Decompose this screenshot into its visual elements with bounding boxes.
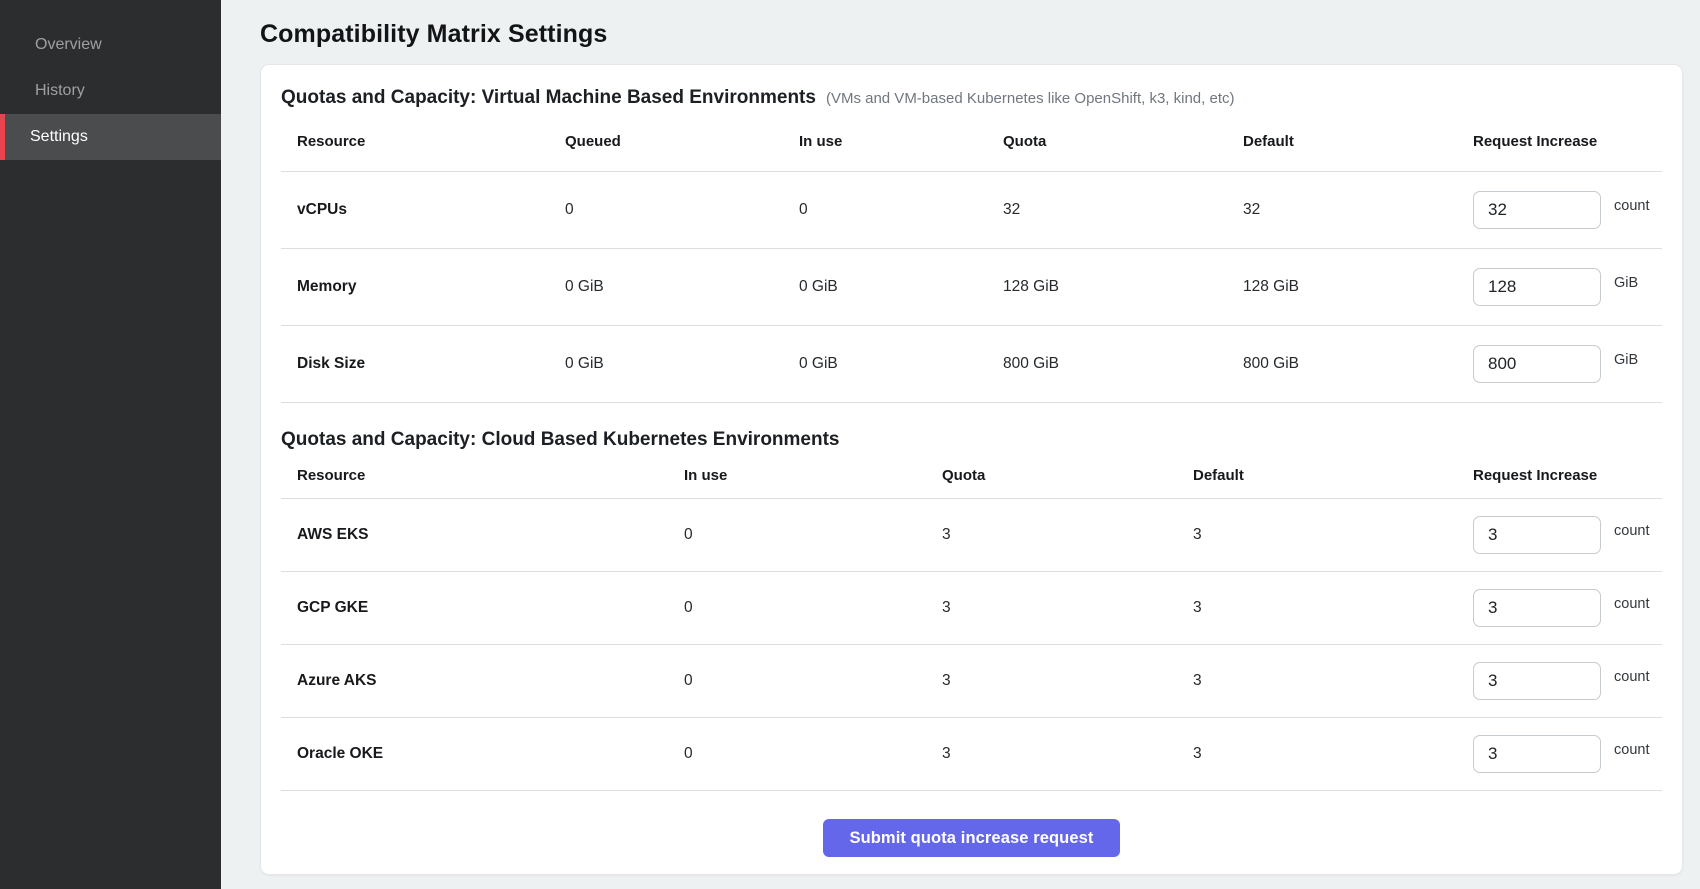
sidebar-nav-list: Overview History Settings — [0, 0, 221, 160]
cell-in-use: 0 — [799, 201, 1003, 219]
cell-default: 32 — [1243, 201, 1473, 219]
cell-in-use: 0 — [684, 745, 942, 763]
cell-in-use: 0 GiB — [799, 355, 1003, 373]
col-header-quota: Quota — [1003, 133, 1243, 150]
cell-resource: Disk Size — [281, 355, 565, 373]
table-row: Azure AKS033count — [281, 645, 1662, 718]
submit-quota-button[interactable]: Submit quota increase request — [823, 819, 1119, 857]
table-header-row: ResourceIn useQuotaDefaultRequest Increa… — [281, 453, 1662, 499]
col-header-request-increase: Request Increase — [1473, 133, 1662, 150]
request-increase-cell: count — [1473, 589, 1662, 627]
col-header-in-use: In use — [684, 467, 942, 484]
cloud-quota-table: ResourceIn useQuotaDefaultRequest Increa… — [281, 453, 1662, 791]
unit-label: GiB — [1614, 352, 1638, 368]
cell-resource: GCP GKE — [281, 599, 684, 617]
main-content: Compatibility Matrix Settings Quotas and… — [221, 0, 1700, 889]
sidebar-item-settings[interactable]: Settings — [0, 114, 221, 160]
cell-queued: 0 GiB — [565, 278, 799, 296]
table-row: AWS EKS033count — [281, 499, 1662, 572]
table-row: GCP GKE033count — [281, 572, 1662, 645]
cloud-section-title: Quotas and Capacity: Cloud Based Kuberne… — [281, 427, 840, 453]
sidebar-item-overview[interactable]: Overview — [0, 22, 221, 68]
request-increase-input[interactable] — [1473, 516, 1601, 554]
cell-default: 800 GiB — [1243, 355, 1473, 373]
cell-in-use: 0 — [684, 599, 942, 617]
vm-section-title: Quotas and Capacity: Virtual Machine Bas… — [281, 85, 816, 111]
cell-in-use: 0 — [684, 672, 942, 690]
sidebar-item-label: Settings — [30, 128, 88, 146]
table-row: Memory0 GiB0 GiB128 GiB128 GiBGiB — [281, 249, 1662, 326]
submit-button-row: Submit quota increase request — [281, 819, 1662, 857]
request-increase-cell: count — [1473, 191, 1662, 229]
cloud-section-header: Quotas and Capacity: Cloud Based Kuberne… — [281, 427, 1662, 453]
cell-queued: 0 GiB — [565, 355, 799, 373]
request-increase-input[interactable] — [1473, 268, 1601, 306]
cell-quota: 3 — [942, 526, 1193, 544]
request-increase-input[interactable] — [1473, 589, 1601, 627]
col-header-resource: Resource — [281, 467, 684, 484]
request-increase-cell: count — [1473, 735, 1662, 773]
cell-resource: Memory — [281, 278, 565, 296]
col-header-default: Default — [1243, 133, 1473, 150]
settings-card: Quotas and Capacity: Virtual Machine Bas… — [260, 64, 1683, 875]
unit-label: GiB — [1614, 275, 1638, 291]
col-header-quota: Quota — [942, 467, 1193, 484]
cell-default: 3 — [1193, 672, 1473, 690]
vm-quota-table: ResourceQueuedIn useQuotaDefaultRequest … — [281, 112, 1662, 403]
cell-resource: vCPUs — [281, 201, 565, 219]
unit-label: count — [1614, 669, 1649, 685]
col-header-queued: Queued — [565, 133, 799, 150]
col-header-in-use: In use — [799, 133, 1003, 150]
table-row: vCPUs003232count — [281, 172, 1662, 249]
cell-quota: 32 — [1003, 201, 1243, 219]
sidebar-item-label: Overview — [35, 36, 102, 54]
cell-quota: 800 GiB — [1003, 355, 1243, 373]
unit-label: count — [1614, 742, 1649, 758]
sidebar-item-label: History — [35, 82, 85, 100]
request-increase-input[interactable] — [1473, 191, 1601, 229]
unit-label: count — [1614, 523, 1649, 539]
request-increase-input[interactable] — [1473, 345, 1601, 383]
cell-default: 3 — [1193, 526, 1473, 544]
request-increase-input[interactable] — [1473, 662, 1601, 700]
col-header-default: Default — [1193, 467, 1473, 484]
cell-quota: 3 — [942, 599, 1193, 617]
cell-quota: 3 — [942, 672, 1193, 690]
col-header-request-increase: Request Increase — [1473, 467, 1662, 484]
unit-label: count — [1614, 596, 1649, 612]
unit-label: count — [1614, 198, 1649, 214]
cell-resource: AWS EKS — [281, 526, 684, 544]
table-row: Disk Size0 GiB0 GiB800 GiB800 GiBGiB — [281, 326, 1662, 403]
cell-in-use: 0 — [684, 526, 942, 544]
app-root: Overview History Settings Compatibility Ma… — [0, 0, 1700, 889]
page-title: Compatibility Matrix Settings — [260, 18, 1683, 50]
cell-default: 3 — [1193, 599, 1473, 617]
table-header-row: ResourceQueuedIn useQuotaDefaultRequest … — [281, 112, 1662, 172]
cell-quota: 128 GiB — [1003, 278, 1243, 296]
cell-resource: Oracle OKE — [281, 745, 684, 763]
table-row: Oracle OKE033count — [281, 718, 1662, 791]
vm-section-subtitle: (VMs and VM-based Kubernetes like OpenSh… — [826, 86, 1235, 112]
cell-in-use: 0 GiB — [799, 278, 1003, 296]
sidebar-item-history[interactable]: History — [0, 68, 221, 114]
request-increase-input[interactable] — [1473, 735, 1601, 773]
cell-quota: 3 — [942, 745, 1193, 763]
col-header-resource: Resource — [281, 133, 565, 150]
cell-queued: 0 — [565, 201, 799, 219]
request-increase-cell: count — [1473, 516, 1662, 554]
request-increase-cell: count — [1473, 662, 1662, 700]
sidebar: Overview History Settings — [0, 0, 221, 889]
vm-section-header: Quotas and Capacity: Virtual Machine Bas… — [281, 85, 1662, 112]
cell-resource: Azure AKS — [281, 672, 684, 690]
cell-default: 3 — [1193, 745, 1473, 763]
request-increase-cell: GiB — [1473, 268, 1662, 306]
request-increase-cell: GiB — [1473, 345, 1662, 383]
cell-default: 128 GiB — [1243, 278, 1473, 296]
